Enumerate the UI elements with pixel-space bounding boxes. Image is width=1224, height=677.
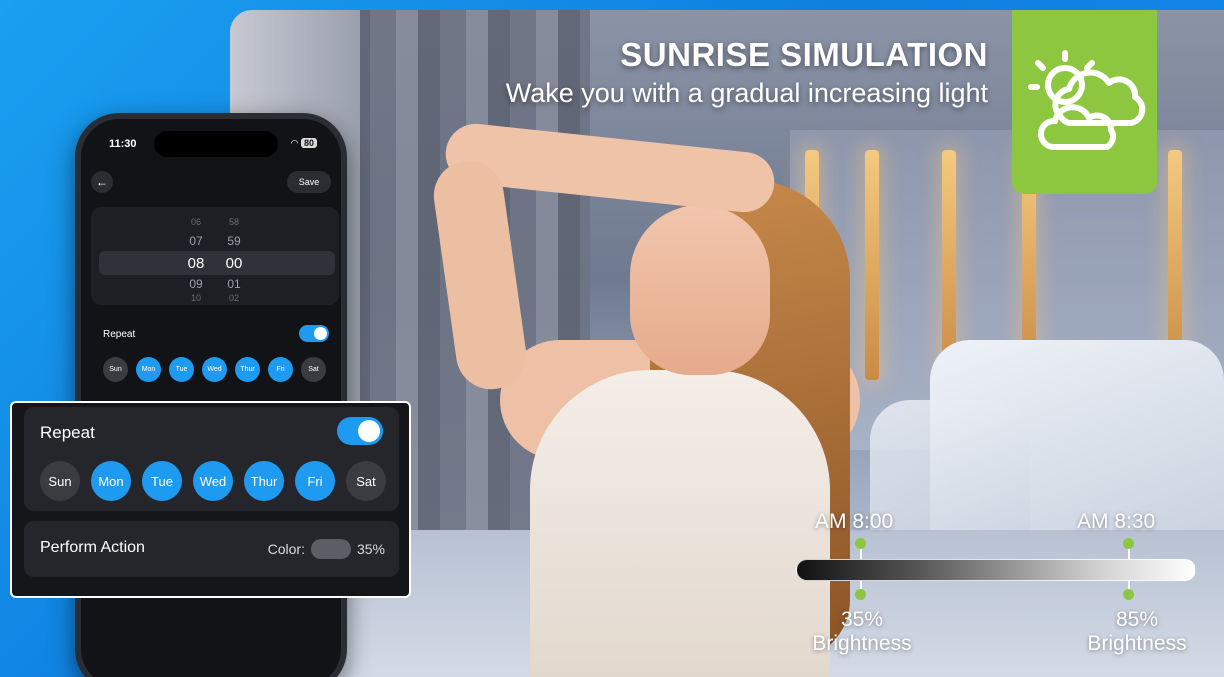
picker-minute[interactable]: 02 xyxy=(222,293,246,303)
color-setting: Color: 35% xyxy=(268,539,385,559)
picker-row-selected: 08 00 xyxy=(91,255,339,272)
woman-top xyxy=(530,370,830,677)
page-title: SUNRISE SIMULATION xyxy=(620,36,988,73)
back-button[interactable]: ← xyxy=(91,171,113,193)
repeat-label: Repeat xyxy=(40,423,95,442)
day-sun[interactable]: Sun xyxy=(40,461,80,501)
end-marker-dot xyxy=(1123,589,1134,600)
picker-minute-selected[interactable]: 00 xyxy=(222,255,246,272)
picker-hour[interactable]: 06 xyxy=(184,217,208,227)
day-mon[interactable]: Mon xyxy=(91,461,131,501)
dynamic-island xyxy=(154,131,278,157)
repeat-settings-card: Repeat Sun Mon Tue Wed Thur Fri Sat Perf… xyxy=(10,401,411,598)
perform-action-row[interactable]: Perform Action Color: 35% xyxy=(24,521,399,577)
phone-day-sat[interactable]: Sat xyxy=(301,357,326,382)
page-subtitle: Wake you with a gradual increasing light xyxy=(505,78,988,108)
day-sat[interactable]: Sat xyxy=(346,461,386,501)
end-brightness-label: Brightness xyxy=(1087,632,1187,655)
phone-repeat-section: Repeat Sun Mon Tue Wed Thur Fri Sat xyxy=(91,315,339,395)
battery-icon: 80 xyxy=(300,138,317,148)
day-fri[interactable]: Fri xyxy=(295,461,335,501)
status-time: 11:30 xyxy=(109,138,137,150)
start-brightness-label: Brightness xyxy=(812,632,912,655)
phone-repeat-toggle[interactable] xyxy=(299,325,329,342)
color-label: Color: xyxy=(267,541,305,557)
status-icons: ◠ 80 xyxy=(291,138,317,149)
end-brightness: 85% Brightness xyxy=(1075,608,1199,656)
woman-face xyxy=(630,205,770,375)
brightness-gradient-bar xyxy=(796,559,1196,581)
start-marker-dot xyxy=(855,538,866,549)
picker-row: 06 58 xyxy=(91,217,339,227)
repeat-toggle[interactable] xyxy=(337,417,383,445)
time-picker[interactable]: 06 58 07 59 08 00 09 01 10 02 xyxy=(91,207,339,305)
picker-hour[interactable]: 10 xyxy=(184,293,208,303)
phone-day-tue[interactable]: Tue xyxy=(169,357,194,382)
picker-minute[interactable]: 59 xyxy=(222,234,246,248)
phone-day-selector: Sun Mon Tue Wed Thur Fri Sat xyxy=(103,357,326,382)
picker-row: 07 59 xyxy=(91,234,339,248)
headboard-light-slat xyxy=(865,150,879,380)
phone-day-wed[interactable]: Wed xyxy=(202,357,227,382)
repeat-row: Repeat Sun Mon Tue Wed Thur Fri Sat xyxy=(24,407,399,511)
phone-day-mon[interactable]: Mon xyxy=(136,357,161,382)
wifi-icon: ◠ xyxy=(290,138,299,148)
picker-minute[interactable]: 58 xyxy=(222,217,246,227)
day-thur[interactable]: Thur xyxy=(244,461,284,501)
start-brightness: 35% Brightness xyxy=(800,608,924,656)
start-brightness-value: 35% xyxy=(840,608,884,631)
headline: SUNRISE SIMULATION Wake you with a gradu… xyxy=(506,36,988,109)
end-brightness-value: 85% xyxy=(1115,608,1159,631)
start-time-label: AM 8:00 xyxy=(815,510,894,533)
color-value: 35% xyxy=(356,541,385,557)
end-marker-dot xyxy=(1123,538,1134,549)
sun-behind-cloud-icon xyxy=(1027,50,1145,150)
phone-repeat-label: Repeat xyxy=(103,329,136,340)
phone-day-sun[interactable]: Sun xyxy=(103,357,128,382)
perform-action-label: Perform Action xyxy=(40,539,145,556)
phone-day-fri[interactable]: Fri xyxy=(268,357,293,382)
arrow-left-icon: ← xyxy=(96,175,108,189)
end-time-label: AM 8:30 xyxy=(1077,510,1156,533)
picker-hour[interactable]: 09 xyxy=(184,277,208,291)
save-button[interactable]: Save xyxy=(287,171,331,193)
picker-row: 09 01 xyxy=(91,277,339,291)
phone-day-thur[interactable]: Thur xyxy=(235,357,260,382)
picker-hour[interactable]: 07 xyxy=(184,234,208,248)
picker-row: 10 02 xyxy=(91,293,339,303)
day-tue[interactable]: Tue xyxy=(142,461,182,501)
day-selector: Sun Mon Tue Wed Thur Fri Sat xyxy=(40,461,386,501)
day-wed[interactable]: Wed xyxy=(193,461,233,501)
picker-hour-selected[interactable]: 08 xyxy=(184,255,208,272)
start-marker-dot xyxy=(855,589,866,600)
color-swatch[interactable] xyxy=(310,539,351,559)
picker-minute[interactable]: 01 xyxy=(222,277,246,291)
weather-tile xyxy=(1012,10,1157,194)
